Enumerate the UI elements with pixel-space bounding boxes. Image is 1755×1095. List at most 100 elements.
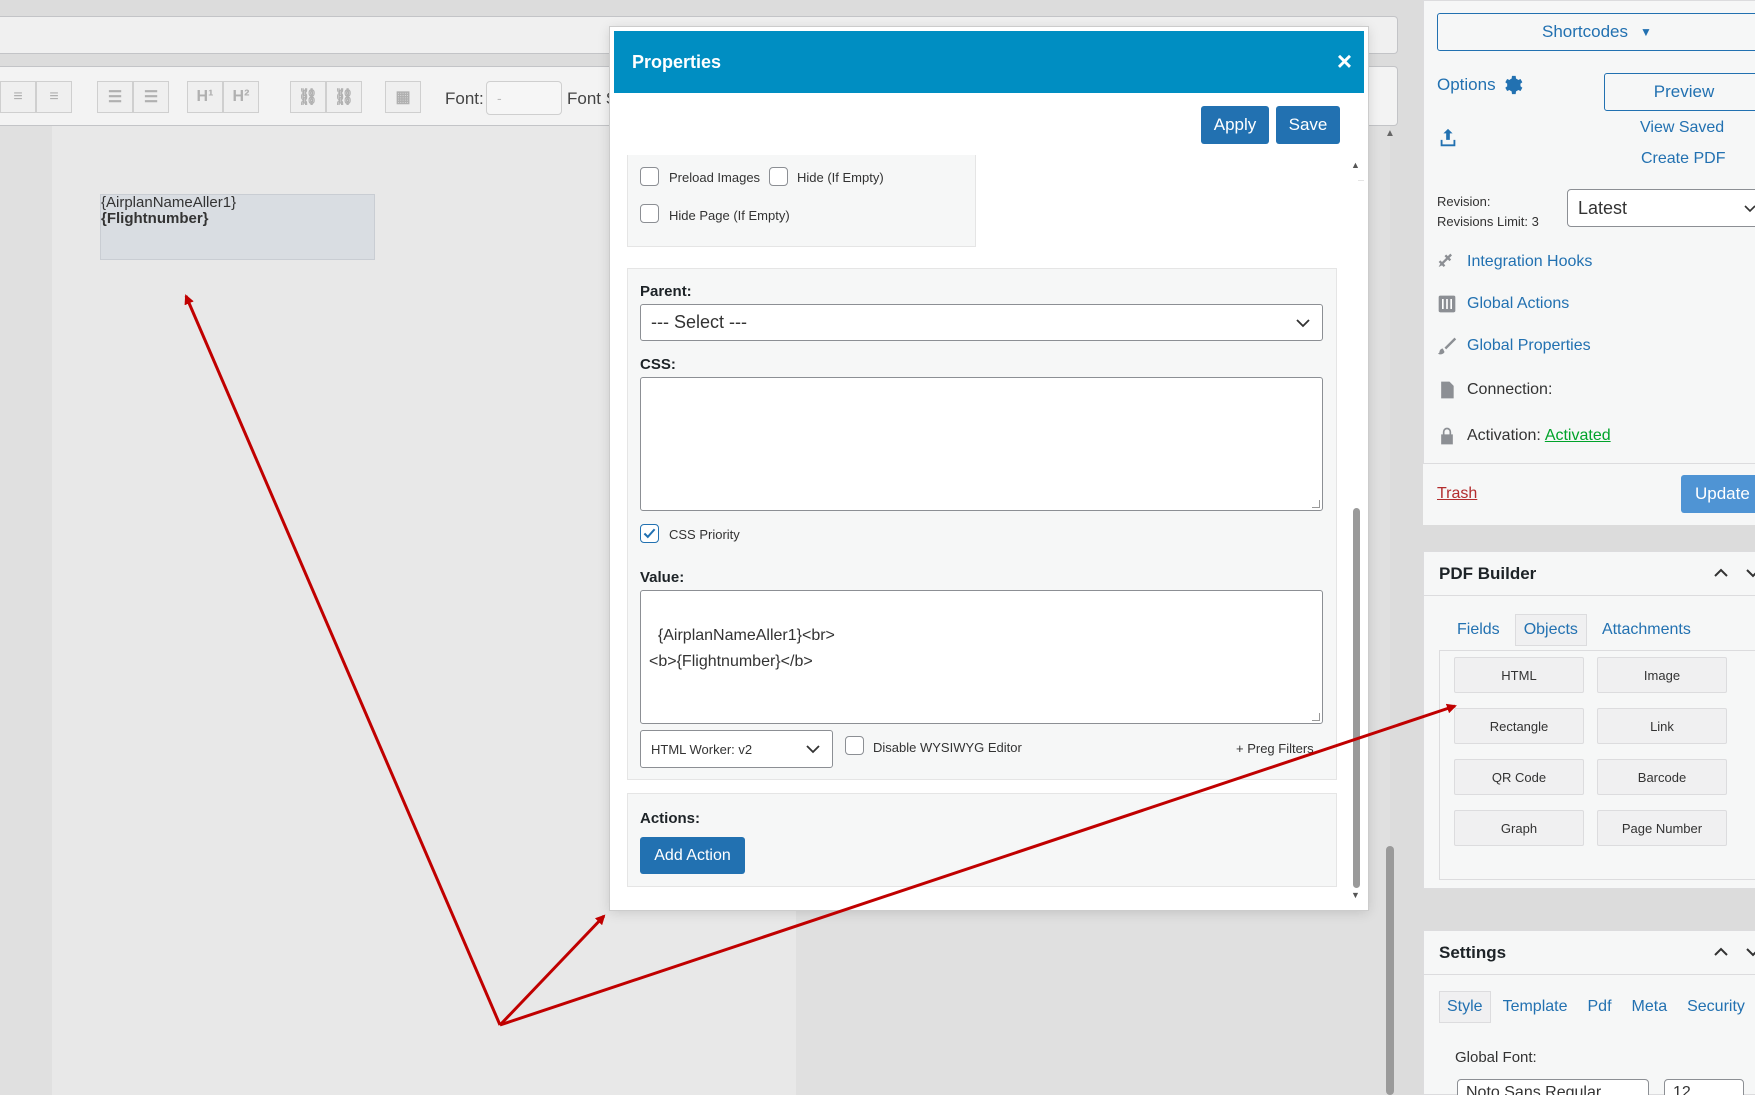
modal-scroll-up-icon[interactable]: ▲ [1351,160,1360,170]
trash-link[interactable]: Trash [1437,485,1477,503]
create-pdf-link[interactable]: Create PDF [1641,150,1725,168]
align-right-icon[interactable]: ≡ [36,81,72,113]
hide-page-if-empty-checkbox[interactable] [640,204,659,223]
chevron-down-icon[interactable] [1744,564,1755,582]
hide-if-empty-checkbox[interactable] [769,167,788,186]
apply-button[interactable]: Apply [1201,106,1269,144]
settings-header: Settings [1424,931,1755,975]
heading-group: H¹ H² [187,81,259,113]
plug-icon [1438,253,1452,267]
tab-security[interactable]: Security [1679,991,1753,1023]
parent-select-value: --- Select --- [651,312,747,332]
checkmark-icon [643,528,656,539]
options-link[interactable]: Options [1437,74,1524,96]
tab-attachments[interactable]: Attachments [1593,614,1700,646]
global-actions-row[interactable]: Global Actions [1437,294,1569,314]
object-link-button[interactable]: Link [1597,708,1727,744]
html-worker-select[interactable]: HTML Worker: v2 [640,730,833,768]
caret-down-icon: ▼ [1640,25,1652,39]
list-group: ☰ ☰ [97,81,169,113]
object-image-button[interactable]: Image [1597,657,1727,693]
shortcodes-button[interactable]: Shortcodes ▼ [1437,13,1755,51]
revisions-limit-label: Revisions Limit: 3 [1437,214,1539,229]
table-group: ▦ [385,81,421,113]
value-label: Value: [640,569,685,586]
parent-select[interactable]: --- Select --- [640,304,1323,341]
tab-objects[interactable]: Objects [1514,614,1587,646]
connection-row: Connection: [1437,380,1552,400]
modal-scroll-down-icon[interactable]: ▼ [1351,890,1360,900]
disable-wysiwyg-checkbox[interactable] [845,736,864,755]
global-font-select[interactable]: Noto Sans Regular [1457,1079,1649,1095]
css-priority-checkbox[interactable] [640,524,659,543]
bullet-list-icon[interactable]: ☰ [97,81,133,113]
gear-icon [1504,75,1522,95]
tab-style[interactable]: Style [1439,991,1491,1023]
objects-panel: HTML Image Rectangle Link QR Code Barcod… [1439,650,1755,880]
tab-pdf[interactable]: Pdf [1580,991,1620,1023]
preload-images-label: Preload Images [669,170,761,185]
object-qrcode-button[interactable]: QR Code [1454,759,1584,795]
chevron-up-icon[interactable] [1712,943,1730,961]
tab-fields[interactable]: Fields [1448,614,1509,646]
integration-hooks-link[interactable]: Integration Hooks [1467,253,1592,271]
close-icon[interactable]: × [1337,48,1352,74]
link-icon[interactable]: ⛓ [290,81,326,113]
pdf-builder-box: PDF Builder Fields Objects Attachments H… [1423,551,1755,889]
object-page-number-button[interactable]: Page Number [1597,810,1727,846]
numbered-list-icon[interactable]: ☰ [133,81,169,113]
pdf-builder-title: PDF Builder [1439,563,1537,583]
settings-box: Settings Style Template Pdf Meta Securit… [1423,930,1755,1095]
tab-template[interactable]: Template [1495,991,1576,1023]
unlink-icon[interactable]: ⛓ [326,81,362,113]
pdf-builder-tabs: Fields Objects Attachments [1448,614,1706,646]
object-barcode-button[interactable]: Barcode [1597,759,1727,795]
disable-wysiwyg-label: Disable WYSIWYG Editor [873,740,1022,755]
shortcodes-label: Shortcodes [1542,22,1628,41]
css-textarea[interactable] [640,377,1323,511]
global-properties-link[interactable]: Global Properties [1467,337,1591,355]
brush-icon [1437,337,1457,355]
preg-filters-link[interactable]: + Preg Filters [1236,741,1314,756]
heading1-icon[interactable]: H¹ [187,81,223,113]
sliders-icon [1438,295,1456,313]
preload-images-checkbox[interactable] [640,167,659,186]
box-controls [1712,564,1755,582]
global-actions-link[interactable]: Global Actions [1467,295,1569,313]
chevron-up-icon[interactable] [1712,564,1730,582]
object-rectangle-button[interactable]: Rectangle [1454,708,1584,744]
canvas-object-line2: {Flightnumber} [101,210,209,227]
chevron-down-icon[interactable] [1744,943,1755,961]
page-scrollbar[interactable] [1386,846,1394,1095]
canvas-html-object[interactable]: {AirplanNameAller1} {Flightnumber} [100,194,375,260]
font-select[interactable]: - [486,81,562,115]
heading2-icon[interactable]: H² [223,81,259,113]
resize-handle-icon[interactable] [1312,713,1320,721]
object-graph-button[interactable]: Graph [1454,810,1584,846]
activation-status-link[interactable]: Activated [1545,427,1611,445]
resize-handle-icon[interactable] [1312,500,1320,508]
revision-select[interactable]: Latest [1567,189,1755,227]
font-size-select[interactable]: 12 [1664,1079,1744,1095]
table-icon[interactable]: ▦ [385,81,421,113]
page-scroll-up-icon[interactable]: ▲ [1385,128,1395,139]
object-html-button[interactable]: HTML [1454,657,1584,693]
font-select-value: - [497,90,502,106]
global-properties-row[interactable]: Global Properties [1437,336,1591,356]
add-action-button[interactable]: Add Action [640,837,745,874]
canvas-object-line1: {AirplanNameAller1} [101,194,237,211]
export-icon[interactable] [1437,126,1459,150]
value-textarea[interactable]: {AirplanNameAller1}<br> <b>{Flightnumber… [640,590,1323,724]
integration-hooks-row[interactable]: Integration Hooks [1437,252,1592,272]
options-panel [627,155,976,247]
font-label: Font: [445,89,484,108]
align-center-icon[interactable]: ≡ [0,81,36,113]
update-button[interactable]: Update [1681,475,1755,513]
view-saved-link[interactable]: View Saved [1640,119,1724,137]
value-text: {AirplanNameAller1}<br> <b>{Flightnumber… [649,627,835,670]
modal-scrollbar[interactable] [1353,508,1360,888]
tab-meta[interactable]: Meta [1624,991,1676,1023]
save-button[interactable]: Save [1276,106,1340,144]
activation-row: Activation: Activated [1437,426,1611,446]
preview-button[interactable]: Preview [1604,73,1755,111]
